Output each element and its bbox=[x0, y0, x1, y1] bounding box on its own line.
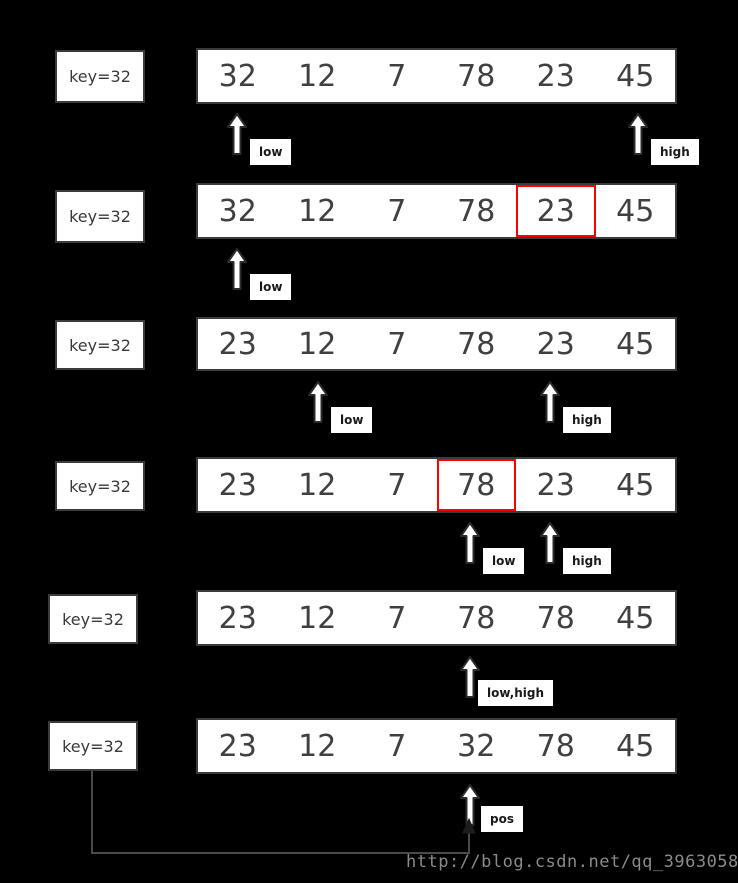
array-cell: 32 bbox=[218, 58, 257, 94]
pointer-label-low: low bbox=[483, 548, 525, 574]
array-row-4: 23 12 7 78 23 45 bbox=[196, 457, 677, 513]
array-cell: 23 bbox=[218, 326, 257, 362]
array-cell: 12 bbox=[298, 467, 337, 503]
pointer-label-pos: pos bbox=[481, 806, 523, 832]
key-box-row-2: key=32 bbox=[55, 190, 145, 243]
array-cell: 32 bbox=[457, 728, 496, 764]
array-cell: 7 bbox=[387, 467, 407, 503]
pointer-label-text: high bbox=[660, 145, 690, 159]
array-cell: 45 bbox=[616, 600, 655, 636]
array-row-3: 23 12 7 78 23 45 bbox=[196, 317, 677, 371]
pointer-label-high: high bbox=[563, 407, 611, 433]
array-cell: 78 bbox=[536, 728, 575, 764]
array-cell: 23 bbox=[218, 728, 257, 764]
array-cell: 12 bbox=[298, 728, 337, 764]
array-cell: 7 bbox=[387, 728, 407, 764]
pointer-label-text: low bbox=[492, 554, 516, 568]
key-box-row-3: key=32 bbox=[55, 320, 145, 370]
key-box-row-1: key=32 bbox=[55, 50, 145, 103]
array-row-2: 32 12 7 78 23 45 bbox=[196, 183, 677, 239]
pointer-label-text: low bbox=[259, 280, 283, 294]
array-cell: 12 bbox=[298, 326, 337, 362]
array-cell: 7 bbox=[387, 193, 407, 229]
key-box-row-4: key=32 bbox=[55, 461, 145, 511]
key-box-label: key=32 bbox=[69, 207, 131, 226]
array-cell: 78 bbox=[457, 600, 496, 636]
array-cell: 78 bbox=[457, 193, 496, 229]
key-box-label: key=32 bbox=[69, 67, 131, 86]
low-pointer-arrow-icon bbox=[307, 381, 329, 423]
pointer-label-high: high bbox=[651, 139, 699, 165]
pointer-label-text: low bbox=[340, 413, 364, 427]
pointer-label-text: low bbox=[259, 145, 283, 159]
key-box-row-6: key=32 bbox=[48, 721, 138, 771]
high-pointer-arrow-icon bbox=[539, 381, 561, 423]
watermark-url: http://blog.csdn.net/qq_39630587 bbox=[406, 852, 738, 872]
array-cell-highlighted: 23 bbox=[516, 185, 596, 237]
pointer-label-text: high bbox=[572, 413, 602, 427]
low-pointer-arrow-icon bbox=[226, 248, 248, 290]
pointer-label-low: low bbox=[250, 274, 292, 300]
pointer-label-text: pos bbox=[490, 812, 514, 826]
array-cell: 78 bbox=[457, 326, 496, 362]
array-row-5: 23 12 7 78 78 45 bbox=[196, 590, 677, 646]
pointer-label-text: high bbox=[572, 554, 602, 568]
array-cell-highlighted: 78 bbox=[436, 459, 516, 511]
array-cell: 32 bbox=[218, 193, 257, 229]
array-cell: 78 bbox=[536, 600, 575, 636]
array-cell: 45 bbox=[616, 193, 655, 229]
high-pointer-arrow-icon bbox=[539, 522, 561, 564]
array-cell: 23 bbox=[536, 326, 575, 362]
array-cell: 7 bbox=[387, 58, 407, 94]
key-box-label: key=32 bbox=[69, 476, 131, 496]
array-cell: 12 bbox=[298, 600, 337, 636]
array-cell: 23 bbox=[218, 600, 257, 636]
pointer-label-low-high: low,high bbox=[478, 680, 554, 706]
high-pointer-arrow-icon bbox=[627, 113, 649, 155]
array-cell: 23 bbox=[218, 467, 257, 503]
array-cell: 45 bbox=[616, 467, 655, 503]
pointer-label-low: low bbox=[331, 407, 373, 433]
pointer-label-text: low,high bbox=[487, 686, 545, 700]
array-cell: 45 bbox=[616, 58, 655, 94]
array-cell: 12 bbox=[298, 193, 337, 229]
array-cell: 23 bbox=[536, 58, 575, 94]
pointer-label-low: low bbox=[250, 139, 292, 165]
array-cell: 7 bbox=[387, 600, 407, 636]
key-box-label: key=32 bbox=[62, 609, 124, 629]
quicksort-partition-diagram: key=32 32 12 7 78 23 45 low high key=32 … bbox=[0, 0, 738, 883]
array-cell: 45 bbox=[616, 326, 655, 362]
array-cell: 45 bbox=[616, 728, 655, 764]
key-box-row-5: key=32 bbox=[48, 594, 138, 644]
array-row-6: 23 12 7 32 78 45 bbox=[196, 718, 677, 774]
pointer-label-high: high bbox=[563, 548, 611, 574]
key-box-label: key=32 bbox=[69, 335, 131, 355]
low-pointer-arrow-icon bbox=[226, 113, 248, 155]
pos-pointer-arrow-icon bbox=[459, 784, 481, 826]
array-cell: 23 bbox=[536, 467, 575, 503]
array-cell: 78 bbox=[457, 58, 496, 94]
low-pointer-arrow-icon bbox=[459, 522, 481, 564]
key-box-label: key=32 bbox=[62, 736, 124, 756]
array-cell: 7 bbox=[387, 326, 407, 362]
array-row-1: 32 12 7 78 23 45 bbox=[196, 48, 677, 104]
array-cell: 12 bbox=[298, 58, 337, 94]
